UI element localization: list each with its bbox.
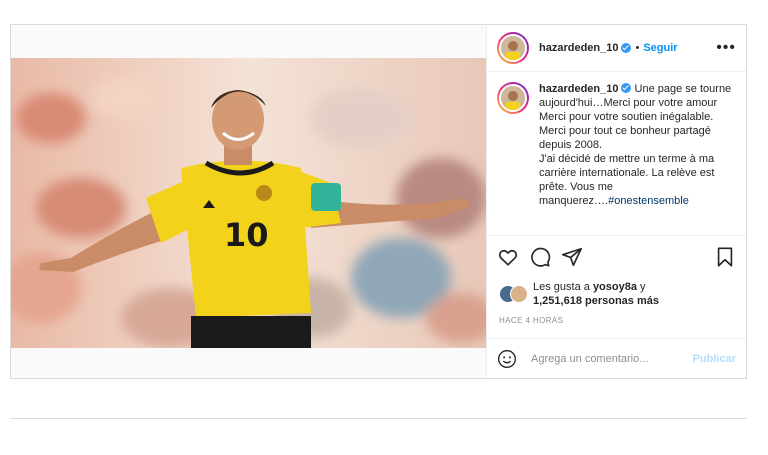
player-photo-illustration: 10 bbox=[11, 58, 486, 348]
post-media-area: 10 bbox=[11, 25, 486, 378]
liker-avatar bbox=[510, 285, 528, 303]
author-avatar[interactable] bbox=[497, 32, 529, 64]
heart-icon[interactable] bbox=[497, 246, 519, 268]
likes-prefix: Les gusta a bbox=[533, 281, 590, 293]
likes-summary: Les gusta a yosoy8a y 1,251,618 personas… bbox=[499, 280, 659, 308]
post-photo[interactable]: 10 bbox=[11, 58, 486, 348]
svg-text:10: 10 bbox=[224, 216, 269, 254]
instagram-post: 10 hazardeden_10 • Seguir ••• hazardeden… bbox=[10, 24, 747, 379]
caption-username[interactable]: hazardeden_10 bbox=[539, 83, 618, 95]
follow-button[interactable]: Seguir bbox=[643, 42, 677, 54]
avatar-face-icon bbox=[501, 36, 525, 60]
likes-user[interactable]: yosoy8a bbox=[593, 281, 637, 293]
comment-input[interactable] bbox=[529, 351, 683, 366]
publish-button[interactable]: Publicar bbox=[693, 353, 736, 365]
separator-dot: • bbox=[635, 42, 640, 54]
comment-icon[interactable] bbox=[529, 246, 551, 268]
author-username[interactable]: hazardeden_10 bbox=[539, 42, 618, 54]
caption-line-2: Merci pour votre soutien inégalable. bbox=[539, 111, 714, 123]
likes-count[interactable]: 1,251,618 personas más bbox=[533, 295, 659, 307]
page-divider bbox=[10, 418, 747, 419]
verified-icon bbox=[621, 83, 632, 93]
caption-line-4: J'ai décidé de mettre un terme à ma carr… bbox=[539, 152, 735, 208]
caption-avatar-image bbox=[499, 84, 527, 112]
more-options-icon[interactable]: ••• bbox=[716, 40, 736, 56]
caption-avatar[interactable] bbox=[497, 82, 529, 114]
liker-avatars bbox=[499, 285, 529, 303]
post-actions bbox=[487, 235, 746, 277]
caption-line-3: Merci pour tout ce bonheur partagé depui… bbox=[539, 125, 711, 151]
author-avatar-image bbox=[499, 34, 527, 62]
caption-line-1: hazardeden_10 Une page se tourne aujourd… bbox=[539, 82, 735, 110]
post-caption: hazardeden_10 Une page se tourne aujourd… bbox=[497, 82, 737, 208]
verified-icon bbox=[621, 43, 632, 53]
post-side-panel: hazardeden_10 • Seguir ••• hazardeden_10… bbox=[486, 25, 746, 378]
likes-text: Les gusta a yosoy8a y 1,251,618 personas… bbox=[533, 280, 659, 308]
caption-text: hazardeden_10 Une page se tourne aujourd… bbox=[539, 82, 735, 208]
hashtag-link[interactable]: #onestensemble bbox=[608, 195, 689, 207]
post-header: hazardeden_10 • Seguir ••• bbox=[487, 25, 746, 72]
bookmark-icon[interactable] bbox=[714, 246, 736, 268]
likes-connector: y bbox=[640, 281, 646, 293]
share-icon[interactable] bbox=[561, 246, 583, 268]
avatar-face-icon bbox=[501, 86, 525, 110]
comment-bar: Publicar bbox=[487, 338, 746, 378]
emoji-icon[interactable] bbox=[497, 349, 517, 369]
post-timestamp[interactable]: HACE 4 HORAS bbox=[499, 316, 563, 325]
